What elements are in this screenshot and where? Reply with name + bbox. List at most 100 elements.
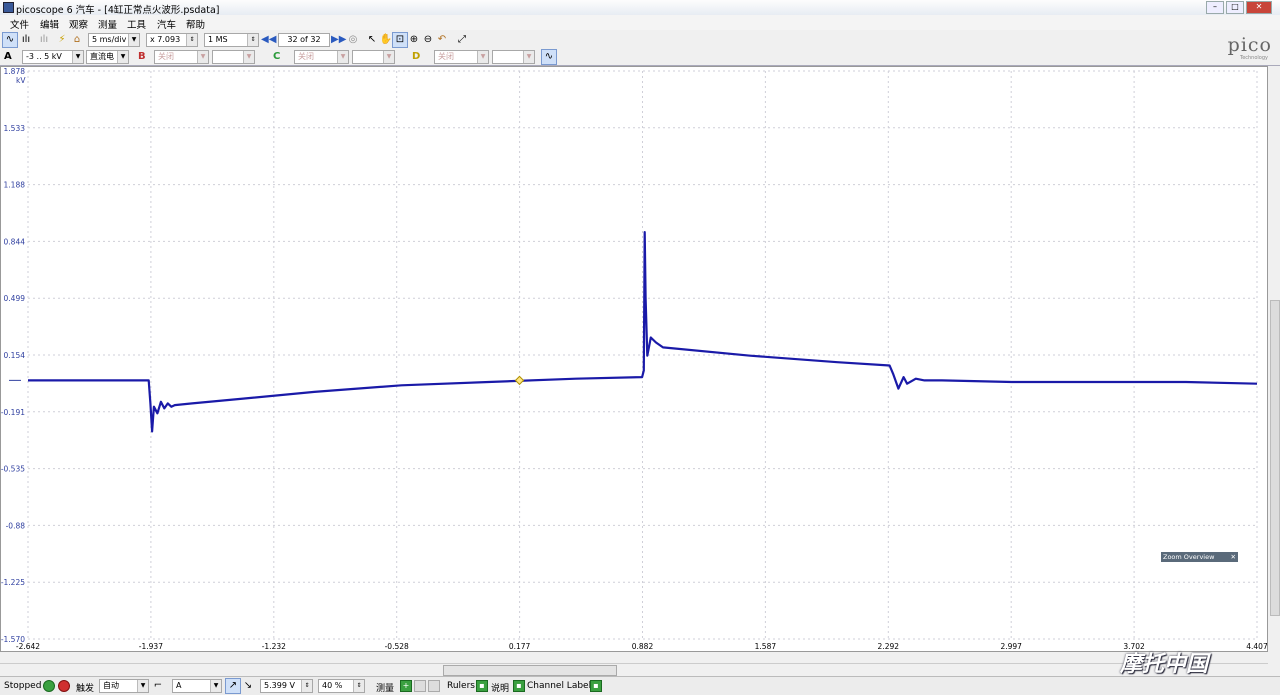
rulers-label: Rulers (447, 681, 475, 691)
channel-b-label: B (138, 51, 146, 62)
home-icon[interactable]: ⌂ (69, 32, 85, 48)
channel-c-range-select[interactable]: 关闭 ▼ (294, 50, 349, 64)
trigger-type-icon[interactable]: ⌐ (150, 678, 166, 694)
menu-edit[interactable]: 编辑 (40, 17, 59, 31)
undo-zoom-icon[interactable]: ↶ (434, 32, 450, 48)
rulers-button[interactable]: ▪ (476, 680, 488, 692)
zoom-stepper[interactable]: x 7.093 ⇕ (146, 33, 198, 47)
menu-view[interactable]: 观察 (69, 17, 88, 31)
notes-button[interactable]: ▪ (513, 680, 525, 692)
edit-measurement-button[interactable] (414, 680, 426, 692)
title-bar: picoscope 6 汽车 - [4缸正常点火波形.psdata] – □ ✕ (0, 0, 1280, 16)
math-channel-icon[interactable]: ∿ (541, 49, 557, 65)
y-axis-unit: kV (16, 76, 26, 85)
channel-b-coupling-select[interactable]: ▼ (212, 50, 255, 64)
channel-a-label: A (4, 51, 12, 62)
stepper-icon: ⇕ (186, 34, 197, 46)
add-measurement-button[interactable]: + (400, 680, 412, 692)
menu-file[interactable]: 文件 (10, 17, 29, 31)
measure-label: 测量 (376, 684, 395, 694)
stop-button[interactable] (58, 680, 70, 692)
x-tick-label: 4.407 (1246, 642, 1267, 651)
y-tick-label: -0.191 (1, 408, 25, 417)
samples-stepper[interactable]: 1 MS ⇕ (204, 33, 259, 47)
y-tick-label: 1.878 (4, 67, 26, 76)
buffer-navigator[interactable]: 32 of 32 (278, 33, 330, 47)
stepper-icon: ⇕ (301, 680, 312, 692)
close-button[interactable]: ✕ (1246, 1, 1272, 14)
menu-auto[interactable]: 汽车 (157, 17, 176, 31)
y-tick-label: 0.154 (4, 351, 26, 360)
watermark: 摩托中国 (1120, 652, 1209, 677)
maximize-button[interactable]: □ (1226, 1, 1244, 14)
stepper-icon: ⇕ (353, 680, 364, 692)
chevron-down-icon: ▼ (128, 34, 139, 46)
horizontal-scrollbar[interactable] (0, 663, 1268, 676)
y-tick-label: 1.188 (4, 181, 26, 190)
menu-tools[interactable]: 工具 (127, 17, 146, 31)
start-button[interactable] (43, 680, 55, 692)
scope-view[interactable]: 1.878 1.533 1.188 0.844 0.499 0.154 -0.191 -0.5… (0, 66, 1268, 652)
x-tick-label: 0.177 (509, 642, 531, 651)
acquisition-state: Stopped (4, 681, 42, 691)
scope-mode-icon[interactable]: ∿ (2, 32, 18, 48)
zoom-overview-panel[interactable]: Zoom Overview ✕ (1160, 551, 1239, 563)
spectrum-mode-icon[interactable]: ılı (18, 32, 34, 48)
chevron-down-icon: ▼ (477, 51, 488, 63)
pico-logo: pico (1227, 34, 1272, 56)
pico-logo-sub: Technology (1239, 55, 1268, 61)
chevron-down-icon: ▼ (337, 51, 348, 63)
channel-d-range-select[interactable]: 关闭 ▼ (434, 50, 489, 64)
chevron-down-icon: ▼ (72, 51, 83, 63)
menu-bar: 文件 编辑 观察 测量 工具 汽车 帮助 (0, 15, 1280, 31)
x-tick-label: -2.642 (16, 642, 40, 651)
menu-measure[interactable]: 测量 (98, 17, 117, 31)
channel-labels-button[interactable]: ▪ (590, 680, 602, 692)
chevron-down-icon: ▼ (383, 51, 394, 63)
rising-edge-icon[interactable]: ↗ (225, 678, 241, 694)
x-tick-label: 1.587 (755, 642, 777, 651)
waveform-chart[interactable]: 1.878 1.533 1.188 0.844 0.499 0.154 -0.191 -0.5… (1, 67, 1267, 651)
trigger-level-stepper[interactable]: 5.399 V ⇕ (260, 679, 313, 693)
buffer-settings-icon[interactable]: ◎ (345, 32, 361, 48)
close-icon[interactable]: ✕ (1231, 552, 1236, 562)
x-tick-label: 2.292 (878, 642, 900, 651)
status-bar: Stopped 触发 自动 ▼ ⌐ A ▼ ↗ ↘ 5.399 V ⇕ 40 % ⇕ 测… (0, 676, 1280, 695)
chevron-down-icon: ▼ (523, 51, 534, 63)
chevron-down-icon: ▼ (243, 51, 254, 63)
persistence-mode-icon[interactable]: ılı (36, 32, 52, 48)
zoom-to-fit-icon[interactable]: ⤢ (454, 32, 470, 48)
channel-b-range-select[interactable]: 关闭 ▼ (154, 50, 209, 64)
trigger-label: 触发 (76, 684, 95, 694)
probe-icon[interactable]: ⚡ (54, 32, 70, 48)
y-tick-label: 1.533 (4, 124, 26, 133)
y-tick-label: 0.844 (4, 237, 26, 246)
channel-c-label: C (273, 51, 281, 62)
app-icon (3, 2, 14, 13)
delete-measurement-button[interactable] (428, 680, 440, 692)
previous-buffer-icon[interactable]: ◀◀ (260, 32, 276, 48)
channel-a-coupling-select[interactable]: 直流电 ▼ (86, 50, 129, 64)
pre-trigger-stepper[interactable]: 40 % ⇕ (318, 679, 365, 693)
vertical-scroll-thumb[interactable] (1270, 300, 1280, 616)
next-buffer-icon[interactable]: ▶▶ (330, 32, 346, 48)
channel-labels-label: Channel Labels (527, 681, 596, 691)
channel-c-coupling-select[interactable]: ▼ (352, 50, 395, 64)
window-title: picoscope 6 汽车 - [4缸正常点火波形.psdata] (16, 5, 220, 16)
channel-a-range-select[interactable]: -3 .. 5 kV ▼ (22, 50, 84, 64)
minimize-button[interactable]: – (1206, 1, 1224, 14)
x-tick-label: 2.997 (1000, 642, 1022, 651)
timebase-select[interactable]: 5 ms/div ▼ (88, 33, 140, 47)
channel-d-coupling-select[interactable]: ▼ (492, 50, 535, 64)
falling-edge-icon[interactable]: ↘ (240, 678, 256, 694)
y-tick-label: -0.88 (6, 521, 26, 530)
trigger-mode-select[interactable]: 自动 ▼ (99, 679, 149, 693)
vertical-scrollbar[interactable] (1268, 66, 1280, 652)
y-tick-label: -0.535 (1, 465, 25, 474)
x-tick-label: -1.232 (262, 642, 286, 651)
menu-help[interactable]: 帮助 (186, 17, 205, 31)
trigger-channel-select[interactable]: A ▼ (172, 679, 222, 693)
x-tick-label: -0.528 (385, 642, 409, 651)
horizontal-scroll-thumb[interactable] (443, 665, 617, 676)
main-toolbar: ∿ ılı ılı ⚡ ⌂ 5 ms/div ▼ x 7.093 ⇕ 1 MS ⇕ ◀… (0, 31, 1280, 48)
